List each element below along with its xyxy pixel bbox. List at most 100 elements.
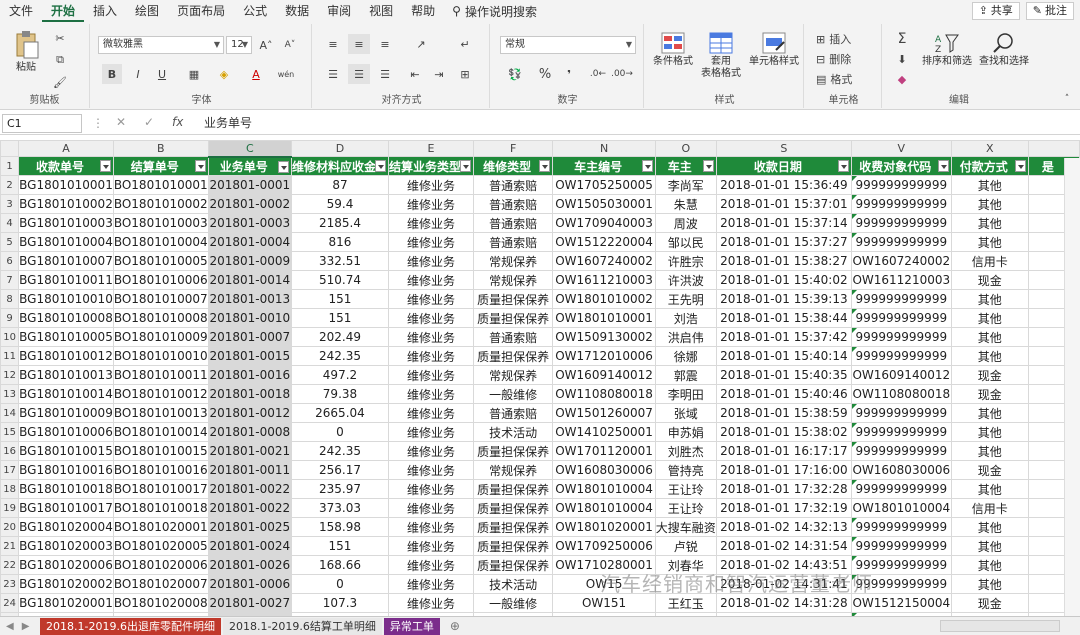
table-header-cell[interactable]: 收款单号 xyxy=(18,156,114,176)
cell[interactable]: 201801-0018 xyxy=(207,384,292,404)
cell[interactable]: 维修业务 xyxy=(387,213,475,233)
filter-dropdown-icon[interactable] xyxy=(539,160,551,172)
cell[interactable]: 维修业务 xyxy=(387,517,475,537)
cell[interactable]: BG1801010005 xyxy=(18,327,114,347)
cell[interactable]: 维修业务 xyxy=(387,460,475,480)
cell[interactable]: 维修业务 xyxy=(387,479,475,499)
cell[interactable]: 其他 xyxy=(950,327,1029,347)
cell[interactable]: 201801-0010 xyxy=(207,308,292,328)
tab-page-layout[interactable]: 页面布局 xyxy=(168,0,234,22)
cell[interactable]: 信用卡 xyxy=(950,498,1029,518)
cell[interactable]: OW1501260007 xyxy=(552,403,656,423)
cell[interactable]: 201801-0011 xyxy=(207,460,292,480)
cell[interactable]: BO1801010012 xyxy=(112,384,209,404)
cell[interactable]: 其他 xyxy=(950,194,1029,214)
borders-button[interactable]: ▦ xyxy=(182,64,206,84)
cell[interactable]: OW1709250006 xyxy=(552,536,656,556)
cell[interactable]: 维修业务 xyxy=(387,403,475,423)
cell[interactable]: 常规保养 xyxy=(472,460,554,480)
cell[interactable]: 2018-01-02 14:31:54 xyxy=(715,536,852,556)
format-as-table-button[interactable]: 套用 表格格式 xyxy=(696,32,746,80)
cell[interactable]: OW1509130002 xyxy=(552,327,656,347)
vertical-scrollbar[interactable] xyxy=(1064,158,1080,616)
cell[interactable]: 维修业务 xyxy=(387,289,475,309)
cell[interactable]: BO1801020005 xyxy=(112,536,209,556)
cell[interactable]: OW1505030001 xyxy=(552,194,656,214)
table-header-cell[interactable]: 车主 xyxy=(654,156,717,176)
wrap-text-icon[interactable]: ↵ xyxy=(454,34,476,54)
cell[interactable]: 999999999999 xyxy=(850,517,952,537)
cell-table[interactable]: ABCDEFNOSVX 1 收款单号 结算单号 业务单号 维修材料应收金 结算业务类型 维修… xyxy=(0,140,1080,616)
sort-filter-button[interactable]: AZ 排序和筛选 xyxy=(920,32,974,68)
check-icon[interactable]: ✓ xyxy=(144,115,154,129)
column-header-A[interactable]: A xyxy=(18,140,114,157)
cell[interactable]: BG1801010001 xyxy=(18,175,114,195)
cell[interactable]: BO1801010006 xyxy=(112,270,209,290)
formula-input[interactable]: 业务单号 xyxy=(196,114,1076,133)
cell[interactable]: BO1801010016 xyxy=(112,460,209,480)
cell[interactable]: BO1801010009 xyxy=(112,327,209,347)
conditional-format-button[interactable]: 条件格式 xyxy=(650,32,696,68)
cell[interactable]: 2018-01-01 15:37:42 xyxy=(715,327,852,347)
cell[interactable]: BG1801020001 xyxy=(18,593,114,613)
cell[interactable]: 维修业务 xyxy=(387,308,475,328)
decrease-indent-icon[interactable]: ⇤ xyxy=(404,64,426,84)
cell[interactable]: 79.38 xyxy=(290,384,389,404)
cell[interactable]: BG1801010018 xyxy=(18,479,114,499)
filter-dropdown-icon[interactable] xyxy=(702,160,714,172)
cell[interactable]: 373.03 xyxy=(290,498,389,518)
cell[interactable]: BO1801010018 xyxy=(112,498,209,518)
cell[interactable]: BO1801020007 xyxy=(112,574,209,594)
row-header[interactable]: 10 xyxy=(0,327,20,347)
cell[interactable]: BO1801010013 xyxy=(112,403,209,423)
cell[interactable]: BO1801020001 xyxy=(112,517,209,537)
row-header[interactable]: 19 xyxy=(0,498,20,518)
cell[interactable]: 普通索赔 xyxy=(472,327,554,347)
cell[interactable]: 维修业务 xyxy=(387,441,475,461)
cell[interactable]: OW1410250001 xyxy=(552,422,656,442)
tab-home[interactable]: 开始 xyxy=(42,0,85,22)
cell[interactable]: 维修业务 xyxy=(387,232,475,252)
add-sheet-icon[interactable]: ⊕ xyxy=(450,619,460,633)
cell[interactable]: 2665.04 xyxy=(290,403,389,423)
cell[interactable]: BO1801010010 xyxy=(112,346,209,366)
filter-dropdown-icon[interactable] xyxy=(277,160,289,173)
cell[interactable]: 201801-0001 xyxy=(207,175,292,195)
column-header-B[interactable]: B xyxy=(112,140,209,157)
merge-center-icon[interactable]: ⊞ xyxy=(454,64,476,84)
cell[interactable]: 刘浩 xyxy=(654,308,717,328)
cell[interactable]: 2018-01-01 17:16:00 xyxy=(715,460,852,480)
prev-sheet-icon[interactable]: ◀ xyxy=(6,621,14,632)
cell[interactable]: 常规保养 xyxy=(472,270,554,290)
table-header-cell[interactable]: 业务单号 xyxy=(207,156,292,176)
cell[interactable]: 999999999999 xyxy=(850,422,952,442)
cell[interactable]: 王让玲 xyxy=(654,498,717,518)
cell[interactable]: 普通索赔 xyxy=(472,194,554,214)
cell[interactable]: 其他 xyxy=(950,308,1029,328)
table-header-cell[interactable]: 结算业务类型 xyxy=(387,156,475,176)
cell[interactable]: 其他 xyxy=(950,289,1029,309)
cell[interactable]: OW1608030006 xyxy=(850,460,952,480)
bold-button[interactable]: B xyxy=(102,64,122,84)
format-cells-button[interactable]: ▤ 格式 xyxy=(816,70,876,88)
cell[interactable]: 256.17 xyxy=(290,460,389,480)
cell[interactable]: 999999999999 xyxy=(850,308,952,328)
cell[interactable]: 现金 xyxy=(950,460,1029,480)
cell[interactable]: 242.35 xyxy=(290,441,389,461)
cell[interactable]: BO1801010017 xyxy=(112,479,209,499)
cell[interactable]: OW1712010006 xyxy=(552,346,656,366)
cell[interactable]: 维修业务 xyxy=(387,175,475,195)
cell[interactable]: BG1801010011 xyxy=(18,270,114,290)
cell[interactable]: OW1705250005 xyxy=(552,175,656,195)
cell[interactable]: 维修业务 xyxy=(387,574,475,594)
cell[interactable]: BG1801010004 xyxy=(18,232,114,252)
filter-dropdown-icon[interactable] xyxy=(937,160,949,172)
table-header-cell[interactable]: 维修材料应收金 xyxy=(290,156,389,176)
cell[interactable]: 201801-0013 xyxy=(207,289,292,309)
table-header-cell[interactable]: 维修类型 xyxy=(472,156,554,176)
cell[interactable]: 许胜宗 xyxy=(654,251,717,271)
cell[interactable]: 质量担保保养 xyxy=(472,289,554,309)
font-size-select[interactable]: 12 ▼ xyxy=(226,36,252,54)
cell[interactable]: 洪启伟 xyxy=(654,327,717,347)
cell[interactable]: 质量担保保养 xyxy=(472,308,554,328)
